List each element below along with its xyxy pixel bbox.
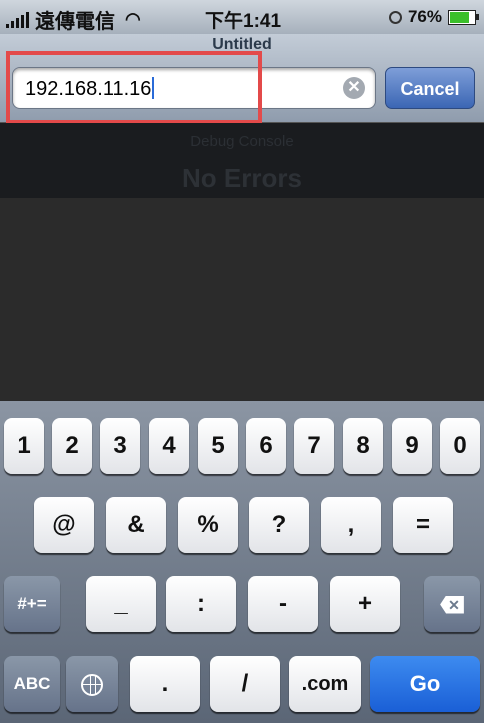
key-slash[interactable]: / (210, 656, 280, 712)
signal-icon (6, 11, 29, 28)
debug-console: Debug Console No Errors (0, 123, 484, 198)
key-period[interactable]: . (130, 656, 200, 712)
key-underscore[interactable]: _ (86, 576, 156, 632)
status-right: 76% (388, 7, 479, 27)
key-colon[interactable]: : (166, 576, 236, 632)
clear-icon[interactable]: ✕ (343, 77, 365, 99)
key-minus[interactable]: - (248, 576, 318, 632)
key-4[interactable]: 4 (149, 418, 189, 474)
backspace-icon: ✕ (440, 595, 464, 614)
key-ampersand[interactable]: & (106, 497, 166, 553)
wifi-icon: ◠ (125, 9, 141, 29)
key-dotcom[interactable]: .com (289, 656, 361, 712)
key-1[interactable]: 1 (4, 418, 44, 474)
backspace-key[interactable]: ✕ (424, 576, 480, 632)
key-6[interactable]: 6 (246, 418, 286, 474)
globe-key[interactable] (66, 656, 118, 712)
symbols-toggle-key[interactable]: #+= (4, 576, 60, 632)
globe-icon (81, 673, 103, 696)
key-7[interactable]: 7 (294, 418, 334, 474)
keyboard: 1 2 3 4 5 6 7 8 9 0 @ & % ? , = #+= _ : … (0, 401, 484, 723)
status-left: 遠傳電信 ◠ (6, 5, 141, 34)
page-content-area (0, 198, 484, 401)
key-at[interactable]: @ (34, 497, 94, 553)
key-3[interactable]: 3 (100, 418, 140, 474)
key-plus[interactable]: + (330, 576, 400, 632)
battery-percent: 76% (407, 7, 442, 26)
battery-icon (448, 9, 479, 25)
key-2[interactable]: 2 (52, 418, 92, 474)
key-percent[interactable]: % (178, 497, 238, 553)
key-comma[interactable]: , (321, 497, 381, 553)
abc-toggle-key[interactable]: ABC (4, 656, 60, 712)
carrier-label: 遠傳電信 (35, 11, 115, 33)
cancel-button[interactable]: Cancel (385, 67, 475, 109)
status-time: 下午1:41 (205, 11, 282, 32)
console-message: No Errors (182, 163, 302, 193)
alarm-icon (388, 10, 402, 24)
key-5[interactable]: 5 (198, 418, 238, 474)
console-subtitle: Debug Console (190, 133, 294, 150)
key-9[interactable]: 9 (392, 418, 432, 474)
status-bar: 遠傳電信 ◠ 下午1:41 76% (0, 0, 484, 34)
key-equals[interactable]: = (393, 497, 453, 553)
key-0[interactable]: 0 (440, 418, 480, 474)
go-button[interactable]: Go (370, 656, 480, 712)
key-question[interactable]: ? (249, 497, 309, 553)
annotation-highlight-box (6, 51, 262, 124)
key-8[interactable]: 8 (343, 418, 383, 474)
